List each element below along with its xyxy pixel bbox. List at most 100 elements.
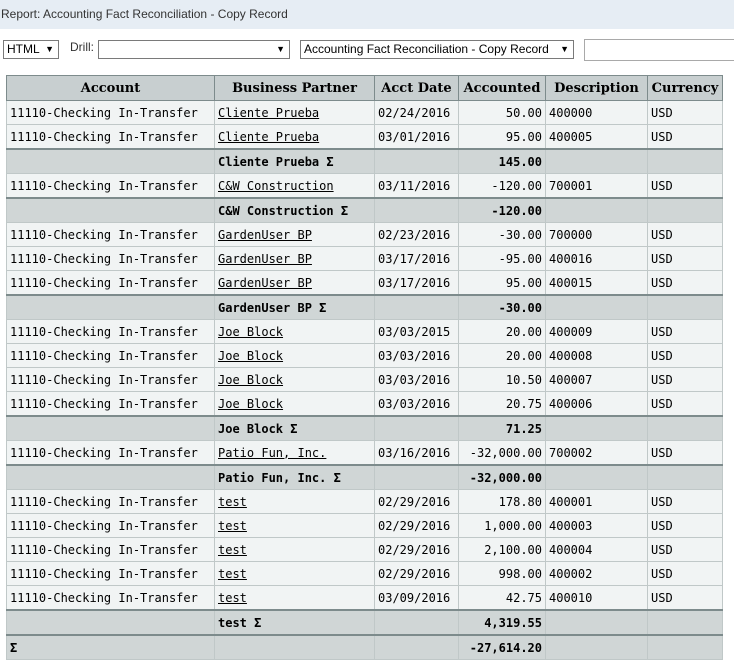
account-cell: 11110-Checking In-Transfer bbox=[6, 585, 215, 611]
table-row: 11110-Checking In-Transfer Cliente Prueba… bbox=[6, 124, 723, 150]
subtotal-account-cell bbox=[6, 148, 215, 174]
report-view-value: Accounting Fact Reconciliation - Copy Re… bbox=[304, 42, 549, 56]
acct-date-cell: 03/09/2016 bbox=[374, 585, 459, 611]
business-partner-link[interactable]: C&W Construction bbox=[214, 173, 375, 199]
search-input[interactable] bbox=[584, 39, 734, 61]
subtotal-partner-name: Cliente Prueba bbox=[218, 154, 320, 169]
accounted-cell: 10.50 bbox=[458, 367, 546, 392]
sigma-icon: Σ bbox=[254, 615, 262, 630]
subtotal-description-cell bbox=[545, 634, 648, 660]
currency-cell: USD bbox=[647, 561, 723, 586]
subtotal-description-cell bbox=[545, 464, 648, 490]
table-row: 11110-Checking In-Transfer test 02/29/2016… bbox=[6, 489, 723, 514]
description-cell: 400016 bbox=[545, 246, 648, 271]
subtotal-partner-cell: Joe Block Σ bbox=[214, 415, 375, 441]
acct-date-cell: 03/01/2016 bbox=[374, 124, 459, 150]
accounted-cell: -120.00 bbox=[458, 173, 546, 199]
subtotal-account-cell bbox=[6, 415, 215, 441]
table-header-row: Account Business Partner Acct Date Accou… bbox=[6, 75, 723, 101]
business-partner-link[interactable]: GardenUser BP bbox=[214, 246, 375, 271]
subtotal-amount-cell: -120.00 bbox=[458, 197, 546, 223]
currency-cell: USD bbox=[647, 367, 723, 392]
subtotal-date-cell bbox=[374, 634, 459, 660]
currency-cell: USD bbox=[647, 537, 723, 562]
subtotal-currency-cell bbox=[647, 464, 723, 490]
account-cell: 11110-Checking In-Transfer bbox=[6, 561, 215, 586]
subtotal-description-cell bbox=[545, 197, 648, 223]
sigma-icon: Σ bbox=[333, 470, 341, 485]
business-partner-link[interactable]: GardenUser BP bbox=[214, 222, 375, 247]
business-partner-link[interactable]: test bbox=[214, 537, 375, 562]
subtotal-amount-cell: 4,319.55 bbox=[458, 609, 546, 636]
currency-cell: USD bbox=[647, 246, 723, 271]
business-partner-link[interactable]: Patio Fun, Inc. bbox=[214, 440, 375, 466]
currency-cell: USD bbox=[647, 222, 723, 247]
business-partner-link[interactable]: test bbox=[214, 585, 375, 611]
currency-cell: USD bbox=[647, 440, 723, 466]
acct-date-cell: 02/29/2016 bbox=[374, 561, 459, 586]
subtotal-currency-cell bbox=[647, 197, 723, 223]
currency-cell: USD bbox=[647, 173, 723, 199]
acct-date-cell: 02/23/2016 bbox=[374, 222, 459, 247]
currency-cell: USD bbox=[647, 513, 723, 538]
currency-cell: USD bbox=[647, 489, 723, 514]
col-header-business-partner[interactable]: Business Partner bbox=[214, 75, 375, 101]
business-partner-link[interactable]: Joe Block bbox=[214, 343, 375, 368]
report-toolbar: HTML ▼ Drill: ▼ Accounting Fact Reconcil… bbox=[0, 29, 734, 69]
accounted-cell: 20.00 bbox=[458, 343, 546, 368]
subtotal-description-cell bbox=[545, 294, 648, 320]
table-row: 11110-Checking In-Transfer GardenUser BP 0… bbox=[6, 246, 723, 271]
col-header-acct-date[interactable]: Acct Date bbox=[374, 75, 459, 101]
accounted-cell: 998.00 bbox=[458, 561, 546, 586]
business-partner-link[interactable]: test bbox=[214, 561, 375, 586]
acct-date-cell: 03/03/2015 bbox=[374, 319, 459, 344]
description-cell: 400003 bbox=[545, 513, 648, 538]
subtotal-account-cell bbox=[6, 609, 215, 636]
subtotal-account-cell bbox=[6, 294, 215, 320]
col-header-description[interactable]: Description bbox=[545, 75, 648, 101]
accounted-cell: 20.00 bbox=[458, 319, 546, 344]
subtotal-row: Joe Block Σ 71.25 bbox=[6, 415, 723, 441]
accounted-cell: 42.75 bbox=[458, 585, 546, 611]
table-row: 11110-Checking In-Transfer Joe Block 03/03… bbox=[6, 367, 723, 392]
description-cell: 400002 bbox=[545, 561, 648, 586]
subtotal-row: test Σ 4,319.55 bbox=[6, 609, 723, 636]
business-partner-link[interactable]: Cliente Prueba bbox=[214, 100, 375, 125]
account-cell: 11110-Checking In-Transfer bbox=[6, 222, 215, 247]
subtotal-date-cell bbox=[374, 294, 459, 320]
subtotal-amount-cell: -30.00 bbox=[458, 294, 546, 320]
accounted-cell: 178.80 bbox=[458, 489, 546, 514]
acct-date-cell: 03/17/2016 bbox=[374, 270, 459, 296]
accounted-cell: 95.00 bbox=[458, 270, 546, 296]
table-row: 11110-Checking In-Transfer GardenUser BP 0… bbox=[6, 222, 723, 247]
col-header-currency[interactable]: Currency bbox=[647, 75, 723, 101]
table-row: 11110-Checking In-Transfer test 02/29/2016… bbox=[6, 561, 723, 586]
subtotal-partner-cell: Cliente Prueba Σ bbox=[214, 148, 375, 174]
description-cell: 400000 bbox=[545, 100, 648, 125]
account-cell: 11110-Checking In-Transfer bbox=[6, 513, 215, 538]
business-partner-link[interactable]: Joe Block bbox=[214, 367, 375, 392]
business-partner-link[interactable]: GardenUser BP bbox=[214, 270, 375, 296]
report-view-select[interactable]: Accounting Fact Reconciliation - Copy Re… bbox=[300, 40, 574, 59]
account-cell: 11110-Checking In-Transfer bbox=[6, 537, 215, 562]
chevron-down-icon: ▼ bbox=[560, 44, 569, 54]
business-partner-link[interactable]: test bbox=[214, 513, 375, 538]
table-row: 11110-Checking In-Transfer C&W Constructi… bbox=[6, 173, 723, 199]
drill-select[interactable]: ▼ bbox=[98, 40, 290, 59]
subtotal-row: Patio Fun, Inc. Σ -32,000.00 bbox=[6, 464, 723, 490]
description-cell: 700002 bbox=[545, 440, 648, 466]
col-header-accounted[interactable]: Accounted bbox=[458, 75, 546, 101]
business-partner-link[interactable]: Joe Block bbox=[214, 391, 375, 417]
currency-cell: USD bbox=[647, 100, 723, 125]
format-select[interactable]: HTML ▼ bbox=[3, 40, 59, 59]
accounted-cell: 1,000.00 bbox=[458, 513, 546, 538]
business-partner-link[interactable]: test bbox=[214, 489, 375, 514]
description-cell: 400015 bbox=[545, 270, 648, 296]
subtotal-date-cell bbox=[374, 415, 459, 441]
business-partner-link[interactable]: Cliente Prueba bbox=[214, 124, 375, 150]
table-row: 11110-Checking In-Transfer Patio Fun, Inc… bbox=[6, 440, 723, 466]
subtotal-partner-cell: Patio Fun, Inc. Σ bbox=[214, 464, 375, 490]
col-header-account[interactable]: Account bbox=[6, 75, 215, 101]
table-row: 11110-Checking In-Transfer GardenUser BP 0… bbox=[6, 270, 723, 296]
business-partner-link[interactable]: Joe Block bbox=[214, 319, 375, 344]
